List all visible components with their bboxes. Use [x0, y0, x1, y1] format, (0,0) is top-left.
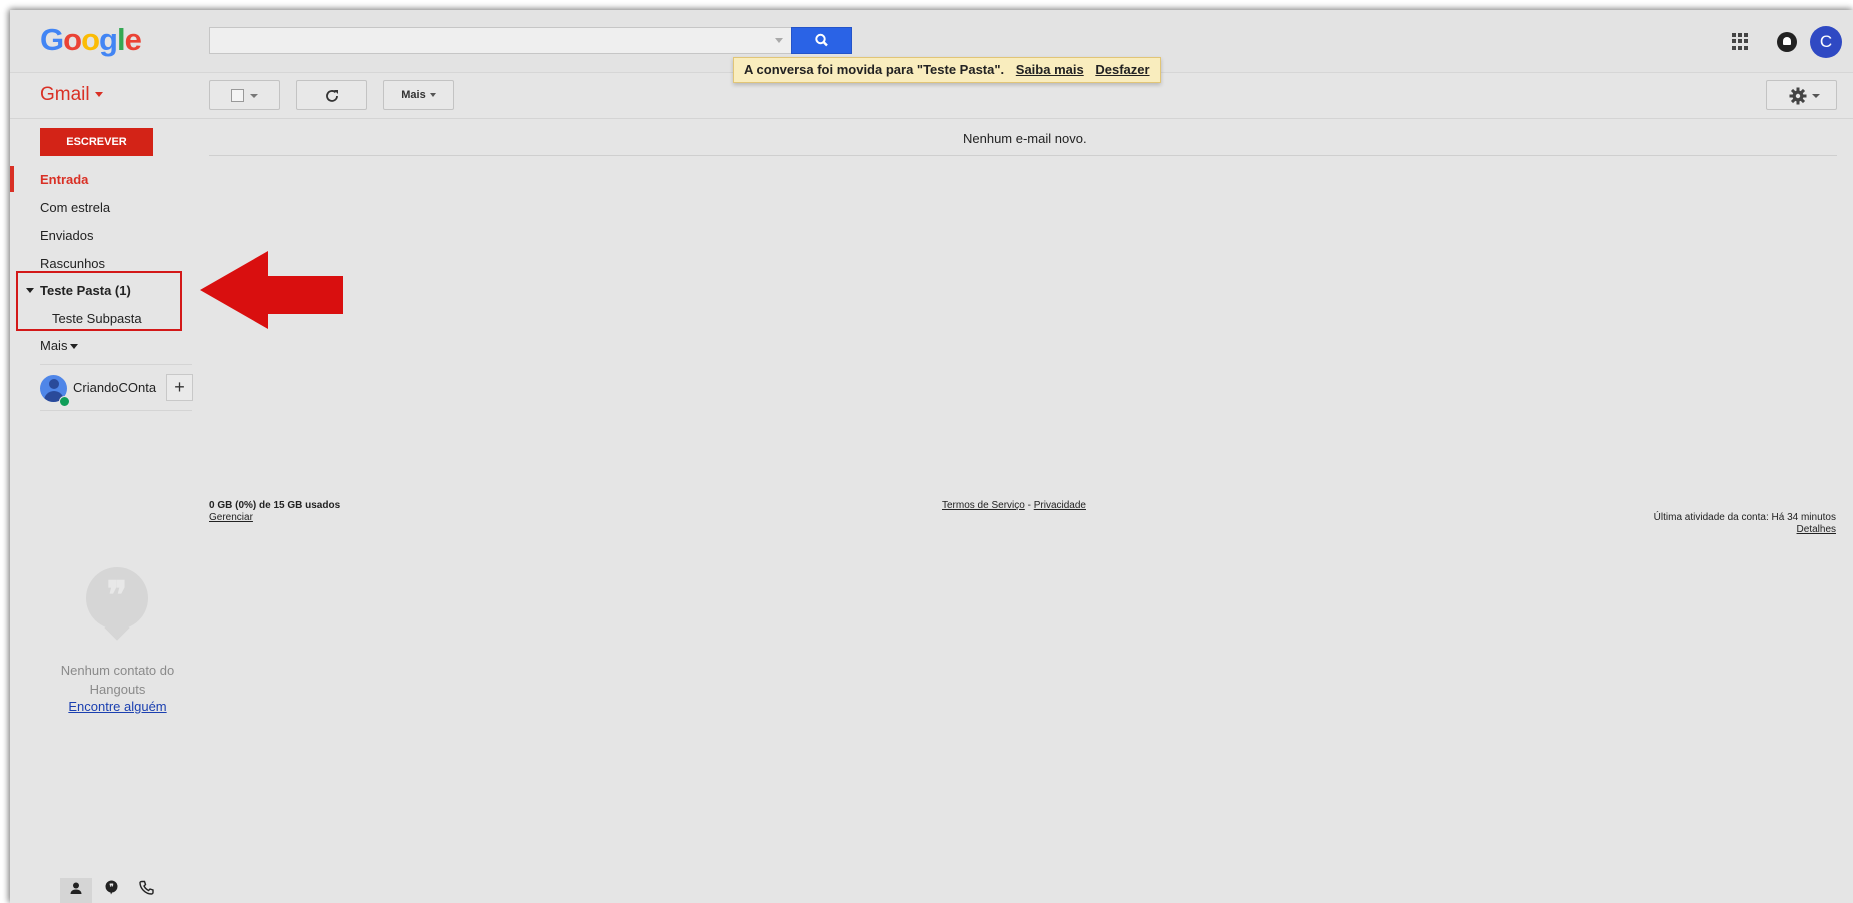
- storage-usage: 0 GB (0%) de 15 GB usados: [209, 500, 341, 511]
- select-button[interactable]: [209, 80, 280, 110]
- sidebar-more-button[interactable]: Mais: [40, 338, 79, 353]
- logo-letter: g: [99, 22, 118, 57]
- chevron-down-icon: [429, 93, 436, 98]
- logo-letter: G: [40, 22, 64, 57]
- google-logo[interactable]: Google: [40, 22, 142, 58]
- privacy-link[interactable]: Privacidade: [1034, 500, 1086, 511]
- manage-storage-link[interactable]: Gerenciar: [209, 512, 253, 523]
- select-checkbox[interactable]: [231, 89, 244, 102]
- gmail-label: Gmail: [40, 84, 90, 105]
- chevron-down-icon: [250, 94, 258, 98]
- footer-separator: -: [1027, 500, 1031, 511]
- sidebar-divider: [40, 410, 192, 411]
- sidebar-more-label: Mais: [40, 338, 68, 353]
- more-actions-button[interactable]: Mais: [383, 80, 454, 110]
- settings-button[interactable]: [1766, 80, 1837, 110]
- logo-letter: o: [81, 22, 100, 57]
- last-activity-text: Última atividade da conta: Há 34 minutos: [1653, 512, 1836, 523]
- refresh-icon: [326, 90, 338, 102]
- empty-inbox-message: Nenhum e-mail novo.: [963, 131, 1087, 146]
- sidebar-item-inbox[interactable]: Entrada: [40, 172, 88, 187]
- toolbar-divider: [10, 118, 1853, 119]
- content-divider: [209, 155, 1837, 156]
- sidebar-item-sent[interactable]: Enviados: [40, 228, 93, 243]
- logo-letter: e: [124, 22, 142, 57]
- browser-frame: Google C A conversa foi movida para "Tes…: [10, 10, 1853, 903]
- red-arrow-annotation: [200, 251, 343, 329]
- search-icon: [815, 33, 828, 47]
- search-input[interactable]: [209, 27, 791, 54]
- contacts-tab[interactable]: [60, 878, 92, 903]
- phone-icon: [138, 880, 154, 895]
- hangouts-bottom-tabs: ❞: [40, 878, 170, 903]
- logo-letter: l: [116, 22, 126, 57]
- online-status-dot: [59, 396, 70, 407]
- chevron-down-icon: [70, 344, 79, 350]
- search-options-caret-icon[interactable]: [775, 38, 783, 43]
- learn-more-link[interactable]: Saiba mais: [1016, 62, 1084, 77]
- svg-text:❞: ❞: [109, 882, 113, 892]
- details-link[interactable]: Detalhes: [1797, 524, 1836, 535]
- sidebar-divider: [40, 364, 192, 365]
- terms-link[interactable]: Termos de Serviço: [942, 500, 1025, 511]
- hangouts-quote-icon: ❞: [105, 880, 117, 895]
- sidebar-item-starred[interactable]: Com estrela: [40, 200, 110, 215]
- account-avatar[interactable]: C: [1810, 26, 1842, 58]
- refresh-button[interactable]: [296, 80, 367, 110]
- person-icon: [70, 882, 82, 894]
- hangouts-account-name[interactable]: CriandoCOnta: [73, 380, 156, 395]
- gmail-menu-button[interactable]: Gmail: [40, 84, 103, 106]
- footer-links: Termos de Serviço - Privacidade: [942, 500, 1086, 511]
- settings-gear-icon: [1789, 87, 1807, 105]
- hangouts-quote-icon: ❞: [86, 567, 148, 629]
- search-button[interactable]: [791, 27, 852, 54]
- more-label: Mais: [401, 89, 426, 101]
- active-indicator: [10, 166, 14, 192]
- chevron-down-icon: [1812, 94, 1820, 98]
- undo-link[interactable]: Desfazer: [1095, 62, 1149, 77]
- add-contact-button[interactable]: +: [166, 374, 193, 401]
- compose-button[interactable]: ESCREVER: [40, 128, 153, 156]
- sidebar-item-drafts[interactable]: Rascunhos: [40, 256, 105, 271]
- conversations-tab[interactable]: ❞: [95, 878, 127, 903]
- phone-tab[interactable]: [130, 878, 162, 903]
- annotation-highlight-box: [16, 271, 182, 331]
- notification-text: A conversa foi movida para "Teste Pasta"…: [744, 62, 1005, 77]
- logo-letter: o: [63, 22, 82, 57]
- notifications-icon[interactable]: [1777, 32, 1797, 52]
- find-someone-link[interactable]: Encontre alguém: [50, 699, 185, 714]
- moved-notification: A conversa foi movida para "Teste Pasta"…: [733, 57, 1161, 83]
- hangouts-empty-text: Nenhum contato do Hangouts: [60, 663, 175, 697]
- apps-grid-icon[interactable]: [1732, 33, 1749, 50]
- chevron-down-icon: [94, 92, 103, 98]
